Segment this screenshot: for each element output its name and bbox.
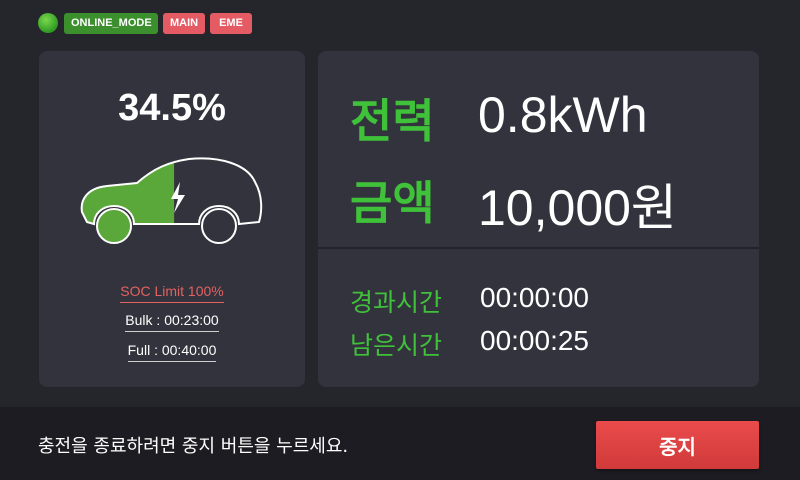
panel-divider — [318, 247, 759, 249]
elapsed-time-value: 00:00:00 — [480, 282, 589, 313]
soc-limit-text: SOC Limit 100% — [120, 283, 224, 303]
power-label: 전력 — [350, 94, 435, 148]
power-value: 0.8kWh — [478, 87, 648, 143]
amount-value: 10,000원 — [478, 180, 677, 236]
soc-percentage: 34.5% — [118, 87, 226, 129]
bulk-time: Bulk : 00:23:00 — [39, 312, 305, 332]
charge-info-panel: 전력 0.8kWh 금액 10,000원 경과시간 00:00:00 남은시간 … — [318, 51, 759, 387]
main-badge: MAIN — [163, 13, 205, 34]
elapsed-time-label: 경과시간 — [350, 288, 443, 317]
full-time: Full : 00:40:00 — [39, 342, 305, 362]
bottom-bar: 충전을 종료하려면 중지 버튼을 누르세요. 중지 — [0, 407, 800, 480]
mode-badge: ONLINE_MODE — [64, 13, 158, 34]
stop-instruction: 충전을 종료하려면 중지 버튼을 누르세요. — [38, 436, 349, 457]
bulk-time-text: Bulk : 00:23:00 — [125, 312, 219, 332]
full-time-text: Full : 00:40:00 — [127, 342, 217, 362]
remaining-time-label: 남은시간 — [350, 331, 443, 360]
car-icon — [80, 157, 263, 244]
amount-label: 금액 — [350, 176, 435, 230]
soc-limit: SOC Limit 100% — [39, 283, 305, 303]
remaining-time-value: 00:00:25 — [480, 325, 589, 356]
status-indicator-icon — [38, 13, 58, 33]
status-bar: ONLINE_MODE MAIN EME — [0, 0, 800, 44]
battery-panel: 34.5% SOC Limit 100% Bulk : 00:23:00 Ful… — [39, 51, 305, 387]
stop-button[interactable]: 중지 — [596, 421, 759, 469]
eme-badge: EME — [210, 13, 252, 34]
